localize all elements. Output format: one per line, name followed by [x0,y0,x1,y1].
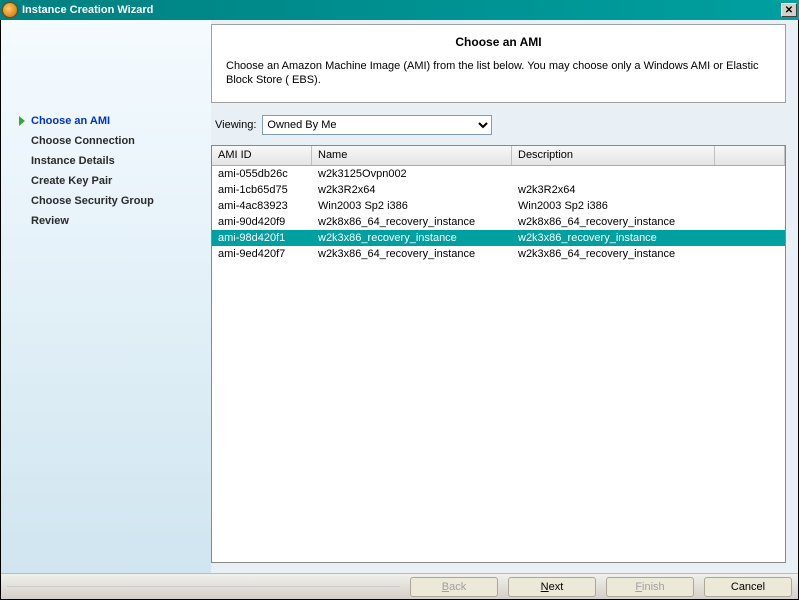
cell-name: w2k3125Ovpn002 [312,167,512,181]
title-bar: Instance Creation Wizard ✕ [0,0,799,20]
app-icon [2,2,18,18]
col-header-description[interactable]: Description [512,146,715,165]
ami-table: AMI ID Name Description ami-055db26cw2k3… [211,145,786,563]
cell-description: w2k3x86_recovery_instance [512,231,785,245]
cell-name: w2k3x86_recovery_instance [312,231,512,245]
table-row[interactable]: ami-90d420f9w2k8x86_64_recovery_instance… [212,214,785,230]
viewing-label: Viewing: [215,119,256,131]
step-label: Review [31,215,69,227]
header-box: Choose an AMI Choose an Amazon Machine I… [211,24,786,103]
finish-label: inish [642,581,665,593]
viewing-select[interactable]: Owned By Me [262,115,492,135]
table-header: AMI ID Name Description [212,146,785,166]
cancel-label: Cancel [731,581,765,593]
finish-button[interactable]: Finish [606,577,694,597]
table-body: ami-055db26cw2k3125Ovpn002ami-1cb65d75w2… [212,166,785,562]
col-header-ami-id[interactable]: AMI ID [212,146,312,165]
cell-name: Win2003 Sp2 i386 [312,199,512,213]
cell-name: w2k3R2x64 [312,183,512,197]
wizard-step[interactable]: Choose an AMI [19,115,193,127]
footer-spacer [7,586,400,587]
cell-ami-id: ami-90d420f9 [212,215,312,229]
step-label: Choose an AMI [31,115,110,127]
cell-ami-id: ami-4ac83923 [212,199,312,213]
right-panel: Choose an AMI Choose an Amazon Machine I… [211,20,798,573]
wizard-step[interactable]: Instance Details [19,155,193,167]
cell-name: w2k8x86_64_recovery_instance [312,215,512,229]
step-label: Instance Details [31,155,115,167]
cell-description: w2k3x86_64_recovery_instance [512,247,785,261]
cell-ami-id: ami-98d420f1 [212,231,312,245]
table-row[interactable]: ami-9ed420f7w2k3x86_64_recovery_instance… [212,246,785,262]
table-row[interactable]: ami-4ac83923Win2003 Sp2 i386Win2003 Sp2 … [212,198,785,214]
step-label: Choose Security Group [31,195,154,207]
window-title: Instance Creation Wizard [22,4,781,16]
cell-description: Win2003 Sp2 i386 [512,199,785,213]
back-label: ack [449,581,466,593]
step-label: Choose Connection [31,135,135,147]
next-label: ext [549,581,564,593]
col-header-extra[interactable] [715,146,785,165]
wizard-step[interactable]: Create Key Pair [19,175,193,187]
wizard-step[interactable]: Review [19,215,193,227]
viewing-filter-row: Viewing: Owned By Me [211,115,786,135]
cell-description: w2k8x86_64_recovery_instance [512,215,785,229]
next-button[interactable]: Next [508,577,596,597]
step-label: Create Key Pair [31,175,112,187]
cell-description: w2k3R2x64 [512,183,785,197]
table-row[interactable]: ami-98d420f1w2k3x86_recovery_instancew2k… [212,230,785,246]
cell-name: w2k3x86_64_recovery_instance [312,247,512,261]
page-description: Choose an Amazon Machine Image (AMI) fro… [226,59,771,88]
col-header-name[interactable]: Name [312,146,512,165]
wizard-steps-sidebar: Choose an AMI Choose Connection Instance D… [1,20,211,573]
step-arrow-icon [19,116,25,126]
table-row[interactable]: ami-055db26cw2k3125Ovpn002 [212,166,785,182]
cancel-button[interactable]: Cancel [704,577,792,597]
page-title: Choose an AMI [226,35,771,49]
back-button[interactable]: Back [410,577,498,597]
cell-ami-id: ami-055db26c [212,167,312,181]
wizard-step[interactable]: Choose Security Group [19,195,193,207]
wizard-footer: Back Next Finish Cancel [1,573,798,599]
cell-ami-id: ami-1cb65d75 [212,183,312,197]
wizard-step[interactable]: Choose Connection [19,135,193,147]
cell-ami-id: ami-9ed420f7 [212,247,312,261]
close-button[interactable]: ✕ [781,3,797,17]
content-area: Choose an AMI Choose Connection Instance D… [0,20,799,600]
cell-description [512,173,785,175]
main-area: Choose an AMI Choose Connection Instance D… [1,20,798,573]
table-row[interactable]: ami-1cb65d75w2k3R2x64w2k3R2x64 [212,182,785,198]
